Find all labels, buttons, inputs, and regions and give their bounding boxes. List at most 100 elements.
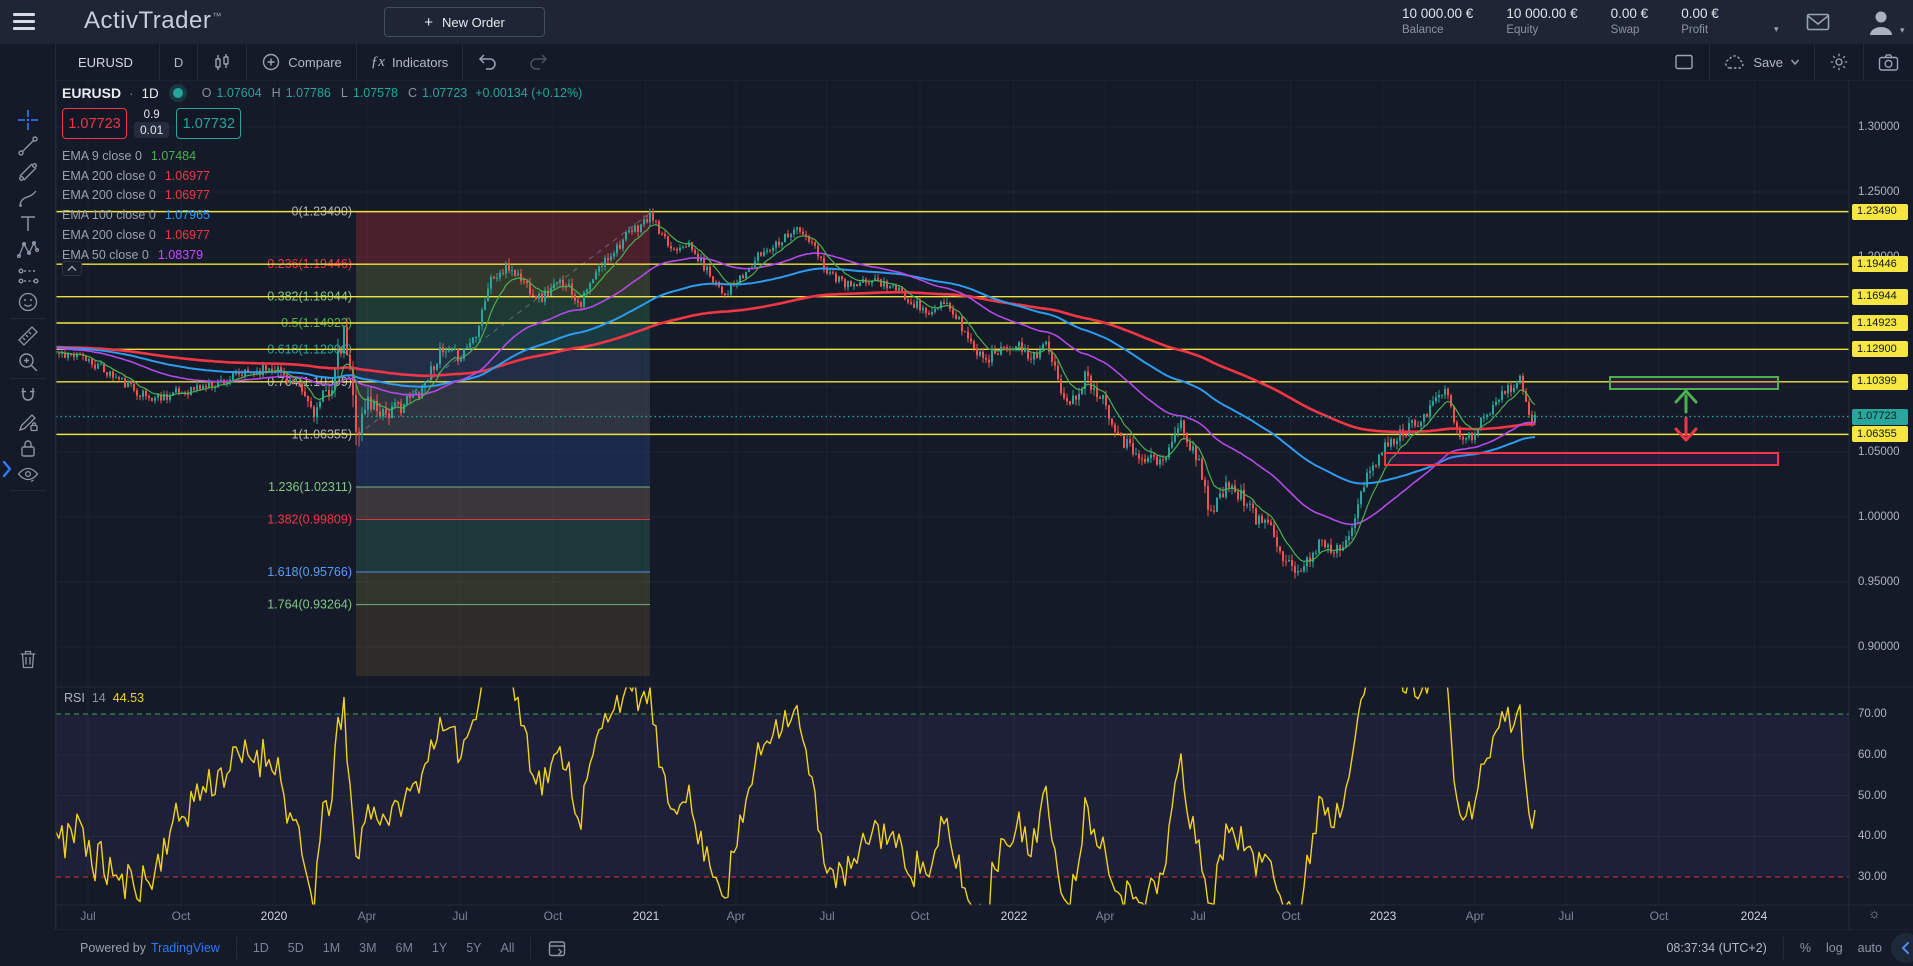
drawing-lock-tool-icon[interactable] (17, 411, 39, 433)
range-button-5D[interactable]: 5D (288, 941, 304, 955)
profile-menu-caret-icon[interactable]: ▾ (1900, 25, 1905, 36)
candlestick-chart-icon (212, 52, 232, 72)
up-arrow[interactable] (1676, 391, 1696, 412)
timezone-settings-icon[interactable]: ☼ (1868, 905, 1881, 921)
prediction-tool-icon[interactable] (17, 265, 39, 287)
indicator-legend-row[interactable]: EMA 200 close 01.06977 (62, 225, 582, 245)
fib-band (356, 487, 650, 520)
bid-ask-panel: 1.07723 0.9 0.01 1.07732 (62, 108, 582, 139)
symbol-button[interactable]: EURUSD (56, 44, 159, 80)
demand-zone-box[interactable] (1385, 453, 1778, 465)
layout-button[interactable] (1659, 44, 1709, 80)
crosshair-tool-icon[interactable] (17, 109, 39, 131)
balance-stat: 10 000.00 €Balance (1402, 6, 1473, 36)
indicator-legend-row[interactable]: EMA 50 close 01.08379 (62, 245, 582, 265)
range-button-1D[interactable]: 1D (253, 941, 269, 955)
rsi-name: RSI (64, 691, 85, 705)
account-stats: 10 000.00 €Balance 10 000.00 €Equity 0.0… (1402, 6, 1719, 36)
collapse-footer-panel-button[interactable] (1891, 933, 1913, 963)
ohlc-values: O1.07604H1.07786L1.07578C1.07723 (197, 86, 468, 100)
undo-button[interactable] (463, 44, 513, 80)
indicator-value: 1.07484 (151, 149, 196, 163)
mail-icon[interactable] (1806, 11, 1830, 33)
legend-symbol[interactable]: EURUSD (62, 85, 121, 101)
goto-date-icon[interactable] (547, 938, 567, 958)
ohlc-key: C (408, 86, 417, 100)
menu-icon[interactable] (13, 13, 35, 30)
indicators-button[interactable]: ƒx Indicators (357, 44, 463, 80)
sell-price-button[interactable]: 1.07723 (62, 108, 127, 139)
chart-type-button[interactable] (198, 44, 246, 80)
supply-zone-box[interactable] (1610, 377, 1778, 389)
clock-label[interactable]: 08:37:34 (UTC+2) (1666, 941, 1766, 955)
range-button-6M[interactable]: 6M (396, 941, 413, 955)
percent-scale-button[interactable]: % (1800, 941, 1811, 955)
rsi-legend[interactable]: RSI 14 44.53 (64, 691, 144, 705)
fib-level-label: 1.382(0.99809) (267, 512, 352, 526)
auto-scale-button[interactable]: auto (1858, 941, 1882, 955)
indicator-legend: EMA 9 close 01.07484EMA 200 close 01.069… (62, 146, 582, 265)
powered-by-label: Powered by (80, 941, 146, 955)
fib-band (356, 323, 650, 349)
range-button-3M[interactable]: 3M (359, 941, 376, 955)
magnet-tool-icon[interactable] (17, 385, 39, 407)
date-range-buttons: 1D 5D 1M 3M 6M 1Y 5Y All (253, 941, 515, 955)
timeframe-button[interactable]: D (160, 44, 197, 80)
xabcd-pattern-tool-icon[interactable] (17, 239, 39, 261)
screenshot-button[interactable] (1864, 44, 1913, 80)
rsi-period: 14 (92, 691, 106, 705)
trash-tool-icon[interactable] (17, 648, 39, 670)
brush-tool-icon[interactable] (17, 187, 39, 209)
indicator-label: EMA 200 close 0 (62, 188, 156, 202)
text-tool-icon[interactable] (17, 213, 39, 235)
range-button-All[interactable]: All (501, 941, 515, 955)
fib-retracement-tool-icon[interactable] (17, 161, 39, 183)
indicator-legend-row[interactable]: EMA 200 close 01.06977 (62, 186, 582, 206)
redo-button[interactable] (513, 44, 563, 80)
gear-icon (1829, 52, 1849, 72)
settings-button[interactable] (1815, 44, 1863, 80)
ema-line-9[interactable] (2, 225, 1535, 562)
indicator-legend-row[interactable]: EMA 200 close 01.06977 (62, 166, 582, 186)
tradingview-link[interactable]: TradingView (151, 941, 220, 955)
change-value: +0.00134 (+0.12%) (475, 86, 582, 100)
compare-plus-icon (261, 52, 281, 72)
legend-interval[interactable]: 1D (141, 86, 158, 101)
log-scale-button[interactable]: log (1826, 941, 1843, 955)
ema-line-50[interactable] (2, 253, 1535, 524)
range-button-1M[interactable]: 1M (323, 941, 340, 955)
indicator-legend-row[interactable]: EMA 9 close 01.07484 (62, 146, 582, 166)
series-info-row: EURUSD · 1D O1.07604H1.07786L1.07578C1.0… (62, 85, 582, 101)
footer-bar: Powered by TradingView 1D 5D 1M 3M 6M 1Y 5Y All… (0, 930, 1913, 966)
market-status-dot[interactable] (173, 88, 183, 98)
expand-panel-icon[interactable] (0, 456, 14, 482)
lock-tool-icon[interactable] (17, 437, 39, 459)
fib-band (356, 434, 650, 487)
fib-retracement[interactable]: 0(1.23490)0.236(1.19446)0.382(1.16944)0.… (267, 205, 652, 676)
lot-size[interactable]: 0.01 (134, 122, 169, 138)
down-arrow[interactable] (1676, 418, 1696, 440)
ohlc-value: 1.07578 (353, 86, 398, 100)
save-button[interactable]: Save (1710, 44, 1814, 80)
ruler-tool-icon[interactable] (17, 325, 39, 347)
legend-collapse-button[interactable] (62, 261, 82, 276)
ohlc-key: L (341, 86, 348, 100)
compare-button[interactable]: Compare (247, 44, 355, 80)
ema-line-200[interactable] (2, 292, 1535, 432)
save-caret-icon (1790, 58, 1800, 66)
trend-line-tool-icon[interactable] (17, 135, 39, 157)
layout-grid-icon (1673, 51, 1695, 73)
fib-level-label: 1.764(0.93264) (267, 598, 352, 612)
new-order-button[interactable]: + New Order (384, 7, 545, 37)
range-button-5Y[interactable]: 5Y (466, 941, 481, 955)
ohlc-value: 1.07723 (422, 86, 467, 100)
emoji-tool-icon[interactable] (17, 291, 39, 313)
profit-caret-icon[interactable]: ▾ (1774, 24, 1779, 35)
avatar[interactable] (1866, 7, 1896, 37)
range-button-1Y[interactable]: 1Y (432, 941, 447, 955)
ema-line-100[interactable] (2, 269, 1535, 484)
buy-price-button[interactable]: 1.07732 (176, 108, 241, 139)
hide-drawings-tool-icon[interactable] (17, 463, 39, 485)
zoom-in-tool-icon[interactable] (17, 351, 39, 373)
indicator-legend-row[interactable]: EMA 100 close 01.07965 (62, 205, 582, 225)
